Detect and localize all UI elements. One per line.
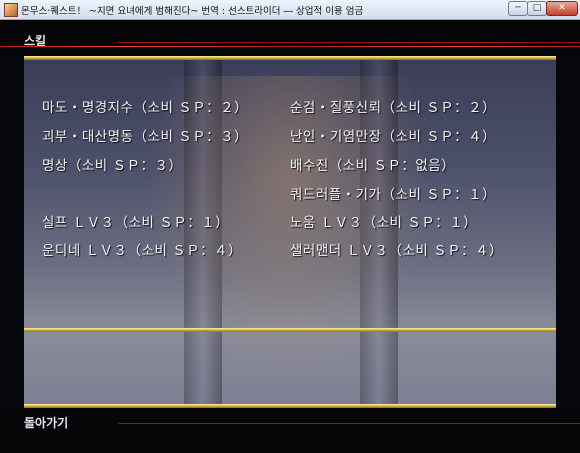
skill-header: 스킬 xyxy=(0,20,580,50)
skill-item[interactable]: 마도・명경지수（소비 ＳＰ：２） xyxy=(42,96,248,116)
app-icon[interactable] xyxy=(4,3,18,17)
window-titlebar: 몬무스·퀘스트！ ~지면 요녀에게 범해진다~ 번역 : 선스트라이더 ― 상업… xyxy=(0,0,580,20)
skill-item[interactable]: 샐러맨더 ＬＶ３（소비 ＳＰ：４） xyxy=(290,239,503,259)
game-screen: 스킬 마도・명경지수（소비 ＳＰ：２） 순검・질풍신뢰（소비 ＳＰ：２） 괴부・… xyxy=(0,20,580,453)
skill-item[interactable]: 괴부・대산명동（소비 ＳＰ：３） xyxy=(42,125,248,145)
skill-item[interactable]: 실프 ＬＶ３（소비 ＳＰ：１） xyxy=(42,211,229,231)
back-button[interactable]: 돌아가기 xyxy=(24,414,68,431)
skill-list-panel: 마도・명경지수（소비 ＳＰ：２） 순검・질풍신뢰（소비 ＳＰ：２） 괴부・대산명… xyxy=(24,56,556,408)
panel-middle-border xyxy=(24,328,556,332)
maximize-button[interactable]: □ xyxy=(527,1,547,16)
header-underline xyxy=(0,46,580,47)
skill-item[interactable]: 운디네 ＬＶ３（소비 ＳＰ：４） xyxy=(42,239,242,259)
footer-divider xyxy=(118,423,580,424)
skill-item[interactable]: 순검・질풍신뢰（소비 ＳＰ：２） xyxy=(290,96,496,116)
header-divider xyxy=(118,42,580,43)
skill-item[interactable]: 명상（소비 ＳＰ：３） xyxy=(42,154,182,174)
window-title: 몬무스·퀘스트！ ~지면 요녀에게 범해진다~ 번역 : 선스트라이더 ― 상업… xyxy=(21,6,364,17)
skill-item[interactable]: 난인・기염만장（소비 ＳＰ：４） xyxy=(290,125,496,145)
skill-item[interactable]: 쿼드러플・기가（소비 ＳＰ：１） xyxy=(290,183,496,203)
panel-top-border xyxy=(24,56,556,60)
close-button[interactable]: ✕ xyxy=(546,1,578,16)
skill-item[interactable]: 배수진（소비 ＳＰ：없음） xyxy=(290,154,455,174)
minimize-button[interactable]: ─ xyxy=(508,1,528,16)
footer-bar: 돌아가기 xyxy=(0,408,580,453)
skill-item[interactable]: 노움 ＬＶ３（소비 ＳＰ：１） xyxy=(290,211,477,231)
